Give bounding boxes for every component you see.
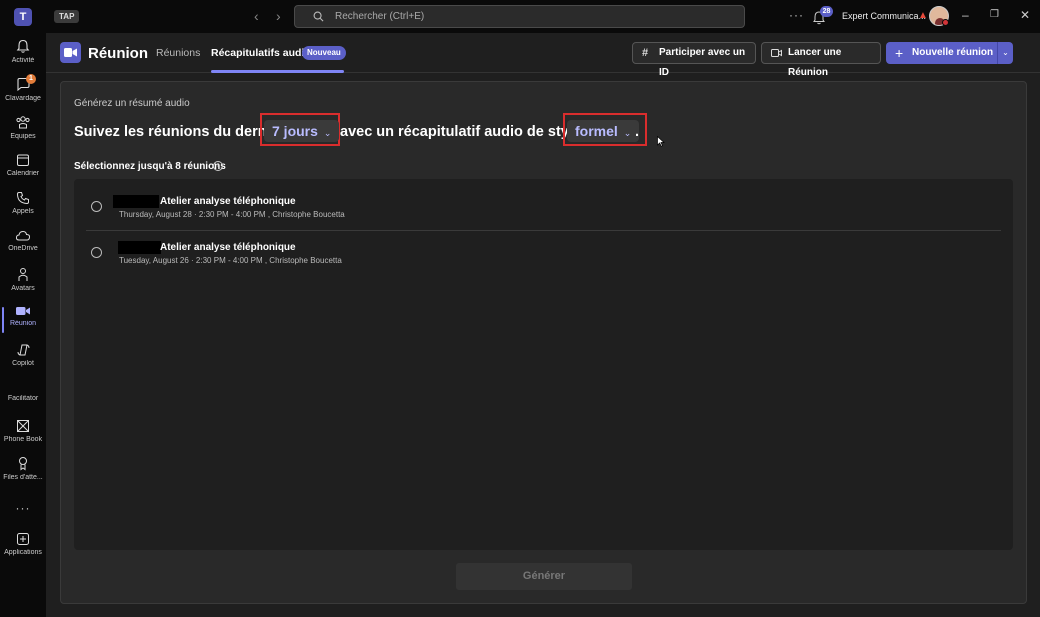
meeting-radio[interactable] [91, 247, 102, 258]
redacted-block [118, 241, 161, 254]
plus-square-icon [17, 533, 29, 545]
rail-item-appels[interactable]: Appels [0, 191, 46, 227]
start-meeting-button[interactable]: Lancer une Réunion [761, 42, 881, 78]
select-meetings-label: Sélectionnez jusqu'à 8 réunions [74, 161, 226, 172]
plus-icon: + [895, 45, 904, 61]
meeting-radio[interactable] [91, 201, 102, 212]
chat-unread-badge: 1 [26, 74, 36, 84]
back-arrow-icon[interactable]: ‹ [254, 9, 259, 23]
sentence-part-1: Suivez les réunions du dernier [74, 124, 285, 140]
section-title: Générez un résumé audio [74, 98, 190, 109]
rail-item-onedrive[interactable]: OneDrive [0, 229, 46, 265]
mouse-cursor-icon [657, 136, 665, 147]
search-input[interactable]: Rechercher (Ctrl+E) [294, 5, 745, 28]
restore-icon[interactable]: ❐ [990, 8, 999, 22]
rail-item-calendrier[interactable]: Calendrier [0, 153, 46, 189]
new-badge: Nouveau [302, 46, 346, 60]
meeting-list: Atelier analyse téléphonique Thursday, A… [74, 179, 1013, 550]
app-rail: Activité 1 Clavardage Équipes Calendrier… [0, 33, 46, 617]
chevron-down-icon: ⌄ [623, 128, 632, 138]
search-icon [313, 11, 324, 22]
rail-item-avatars[interactable]: Avatars [0, 267, 46, 303]
notification-count-badge: 28 [820, 6, 833, 17]
tab-reunions[interactable]: Réunions [156, 47, 200, 59]
meeting-title: Atelier analyse téléphonique [160, 242, 296, 253]
meeting-meta: Tuesday, August 26 · 2:30 PM - 4:00 PM ,… [119, 256, 342, 265]
page-title: Réunion [88, 45, 148, 62]
sentence-end: . [635, 124, 640, 140]
video-icon [16, 307, 30, 315]
rail-item-activite[interactable]: Activité [0, 39, 46, 75]
minimize-icon[interactable]: – [962, 8, 969, 22]
meeting-title: Atelier analyse téléphonique [160, 196, 296, 207]
cloud-icon [15, 230, 31, 241]
tap-badge: TAP [54, 10, 80, 23]
calendar-icon [17, 154, 29, 166]
hash-icon: # [642, 47, 649, 59]
notifications-button[interactable]: 28 [813, 6, 833, 25]
rail-item-phone-book[interactable]: Phone Book [0, 419, 46, 455]
generate-button[interactable]: Générer [456, 563, 632, 590]
avatar-icon [18, 268, 28, 281]
tab-recapitulatifs-audio[interactable]: Récapitulatifs audio [211, 47, 311, 59]
teams-icon [16, 116, 30, 129]
teams-logo-icon: T [14, 8, 32, 26]
rail-item-copilot[interactable]: Copilot [0, 343, 46, 379]
phonebook-icon [17, 420, 29, 432]
bell-icon [16, 39, 30, 53]
app-header: Réunion Réunions Récapitulatifs audio No… [46, 33, 1040, 78]
rail-item-files-attente[interactable]: Files d'atte... [0, 456, 46, 492]
meeting-meta: Thursday, August 28 · 2:30 PM - 4:00 PM … [119, 210, 345, 219]
phone-icon [16, 192, 29, 205]
queue-icon [19, 457, 27, 471]
rail-item-equipes[interactable]: Équipes [0, 115, 46, 151]
rail-item-reunion[interactable]: Réunion [0, 305, 46, 341]
info-icon[interactable]: i [213, 161, 223, 171]
rail-more-apps-icon[interactable]: ··· [0, 499, 46, 515]
video-icon [64, 48, 77, 57]
days-dropdown[interactable]: 7 jours ⌄ [264, 120, 340, 142]
redacted-block [113, 195, 159, 208]
rail-item-facilitator[interactable]: Facilitator [0, 385, 46, 405]
search-placeholder: Rechercher (Ctrl+E) [335, 11, 425, 22]
forward-arrow-icon[interactable]: › [276, 9, 281, 23]
audio-recap-panel: Générez un résumé audio Suivez les réuni… [60, 81, 1027, 604]
close-icon[interactable]: ✕ [1020, 8, 1030, 22]
sentence-part-2: avec un récapitulatif audio de style [340, 124, 581, 140]
more-options-icon[interactable]: ··· [789, 8, 804, 22]
rail-item-applications[interactable]: Applications [0, 532, 46, 568]
new-meeting-button[interactable]: + Nouvelle réunion [886, 42, 997, 64]
warning-icon: ▲ [918, 10, 928, 21]
style-dropdown[interactable]: formel ⌄ [567, 120, 640, 142]
presence-status-icon [942, 19, 949, 26]
list-item[interactable]: Atelier analyse téléphonique Tuesday, Au… [74, 231, 1013, 275]
copilot-icon [17, 344, 29, 356]
active-tab-indicator [211, 70, 344, 73]
join-with-id-button[interactable]: # Participer avec un ID [632, 42, 756, 78]
list-item[interactable]: Atelier analyse téléphonique Thursday, A… [74, 185, 1013, 231]
video-icon [771, 43, 782, 64]
account-name[interactable]: Expert Communica... [842, 11, 926, 21]
new-meeting-dropdown-chevron-icon[interactable]: ⌄ [997, 42, 1013, 64]
chevron-down-icon: ⌄ [323, 128, 332, 138]
title-bar: T TAP ‹ › Rechercher (Ctrl+E) ··· 28 Exp… [0, 0, 1040, 33]
rail-item-clavardage[interactable]: 1 Clavardage [0, 74, 46, 113]
meeting-app-icon [60, 42, 81, 63]
